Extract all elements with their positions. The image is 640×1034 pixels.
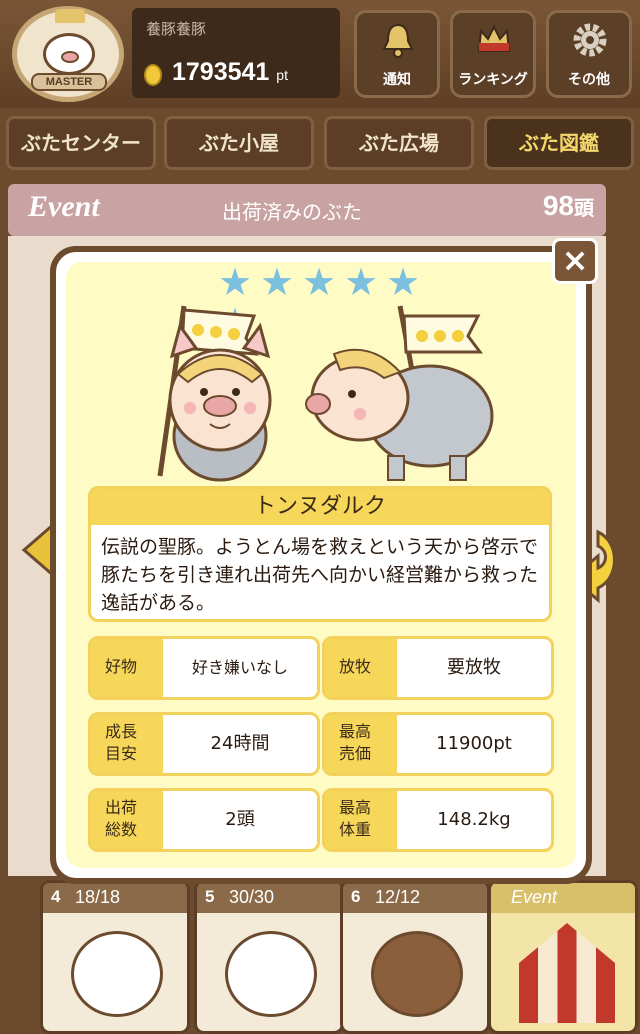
points-value: 1793541 pt [172,58,288,87]
ranking-label: ランキング [458,72,528,88]
card-count: 12/12 [375,887,421,907]
card-count: 30/30 [229,887,275,907]
coin-icon [144,64,162,86]
card-count: 18/18 [75,887,121,907]
card-number: 6 [351,887,361,906]
username: 養豚養豚 [146,20,207,38]
shipped-count-unit: 頭 [574,198,594,220]
stat-max-price-value: 11900pt [436,733,512,754]
pig-front-illustration [157,305,272,482]
stat-likes: 好物 好き嫌いなし [88,636,320,700]
stat-growth-label: 成長 目安 [91,715,163,773]
boar-face-icon [371,931,463,1017]
stat-growth: 成長 目安 24時間 [88,712,320,776]
pig-name: トンヌダルク [91,489,549,525]
stat-growth-value: 24時間 [210,733,270,754]
event-bar: Event 出荷済みのぶた 98頭 [8,184,606,236]
event-tag: Event [28,190,100,223]
gear-icon [573,23,607,57]
pig-card-4[interactable]: 4 18/18 [40,880,190,1034]
stat-likes-value: 好き嫌いなし [191,658,288,677]
user-panel: 養豚養豚 1793541 pt [132,8,340,98]
stat-shipped-label: 出荷 総数 [91,791,163,849]
points-number: 1793541 [172,58,270,86]
shipped-count-number: 98 [542,190,574,221]
pig-description: 伝説の聖豚。ようとん場を救えという天から啓示で豚たちを引き連れ出荷先へ向かい経営… [101,536,539,614]
bell-icon [382,23,414,58]
header-bar: MASTER 養豚養豚 1793541 pt 通知 ランキング その他 [0,0,640,108]
stat-shipped: 出荷 総数 2頭 [88,788,320,852]
pig-nose-icon [61,51,79,63]
pig-card-6[interactable]: 6 12/12 [340,880,490,1034]
points-unit: pt [276,67,288,83]
crown-icon [477,24,511,52]
ranking-button[interactable]: ランキング [450,10,536,98]
event-card-label: Event [511,887,558,907]
event-card[interactable]: Event [488,880,638,1034]
circus-tent-icon [519,923,615,1023]
event-bar-title: 出荷済みのぶた [222,200,362,224]
card-header: 6 12/12 [343,883,487,913]
shipped-count: 98頭 [543,190,594,222]
stat-grazing: 放牧 要放牧 [322,636,554,700]
close-button[interactable]: × [552,238,598,284]
stat-max-price-label: 最高 売価 [325,715,397,773]
notification-label: 通知 [383,72,411,88]
other-button[interactable]: その他 [546,10,632,98]
notification-button[interactable]: 通知 [354,10,440,98]
card-number: 5 [205,887,215,906]
stat-max-weight-label: 最高 体重 [325,791,397,849]
stat-max-price: 最高 売価 11900pt [322,712,554,776]
tab-pig-center[interactable]: ぶたセンター [6,116,156,170]
card-number: 4 [51,887,61,906]
tab-pig-hut[interactable]: ぶた小屋 [164,116,314,170]
other-label: その他 [568,72,610,88]
master-avatar[interactable]: MASTER [12,6,124,102]
card-header: Event [491,883,635,913]
stat-max-weight: 最高 体重 148.2kg [322,788,554,852]
pig-card-5[interactable]: 5 30/30 [194,880,344,1034]
pig-side-illustration [305,305,494,481]
card-header: 5 30/30 [197,883,341,913]
main-nav: ぶたセンター ぶた小屋 ぶた広場 ぶた図鑑 [0,108,640,176]
stat-grazing-label: 放牧 [325,639,397,697]
stat-grazing-value: 要放牧 [447,657,501,678]
stat-likes-label: 好物 [91,639,163,697]
tab-pig-plaza[interactable]: ぶた広場 [324,116,474,170]
tab-pig-encyclopedia[interactable]: ぶた図鑑 [484,116,634,170]
avatar-ribbon-label: MASTER [31,73,107,91]
stat-shipped-value: 2頭 [225,809,255,830]
card-header: 4 18/18 [43,883,187,913]
pig-info-box: トンヌダルク 伝説の聖豚。ようとん場を救えという天から啓示で豚たちを引き連れ出荷… [88,486,552,622]
pig-face-icon [225,931,317,1017]
pig-face-icon [71,931,163,1017]
points-display: 1793541 pt [142,58,332,92]
stat-max-weight-value: 148.2kg [437,809,511,830]
crown-icon [55,9,85,23]
